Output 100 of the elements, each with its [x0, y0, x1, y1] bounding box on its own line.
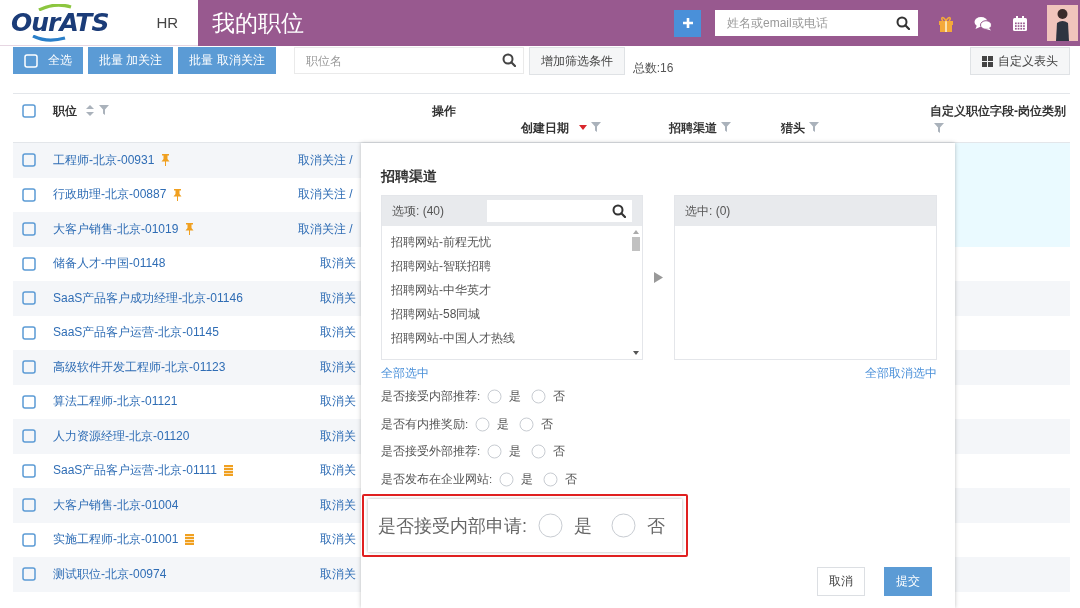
- checkbox[interactable]: [22, 291, 36, 306]
- unfollow-link[interactable]: 取消关: [298, 566, 356, 581]
- radio-label: 否: [553, 444, 566, 460]
- unfollow-link[interactable]: 取消关: [298, 532, 356, 547]
- sort-desc-icon[interactable]: [579, 125, 587, 130]
- bulk-action-button[interactable]: 批量 取消关注: [178, 47, 276, 74]
- radio-button[interactable]: [499, 471, 515, 487]
- stack-icon: [185, 534, 195, 546]
- search-icon: [501, 53, 516, 67]
- radio-button[interactable]: [475, 416, 491, 432]
- bulk-action-button[interactable]: 批量 加关注: [88, 47, 174, 74]
- unfollow-link[interactable]: 取消关: [298, 325, 356, 340]
- checkbox[interactable]: [22, 532, 36, 547]
- move-right-icon[interactable]: [654, 272, 663, 283]
- submit-button[interactable]: 提交: [884, 567, 932, 596]
- scroll-down-icon[interactable]: [633, 351, 639, 355]
- checkbox[interactable]: [22, 187, 36, 202]
- job-title-link[interactable]: 大客户销售-北京-01004: [53, 496, 179, 514]
- radio-label: 否: [553, 389, 566, 405]
- unfollow-link[interactable]: 取消关注 /: [298, 221, 353, 236]
- radio-button[interactable]: [487, 444, 503, 460]
- deselect-all-link[interactable]: 全部取消选中: [865, 366, 937, 380]
- checkbox[interactable]: [22, 104, 36, 118]
- job-title-link[interactable]: SaaS产品客户运营-北京-01111: [53, 462, 218, 480]
- filter-icon[interactable]: [591, 122, 601, 132]
- stack-icon: [224, 465, 234, 477]
- checkbox[interactable]: [22, 222, 36, 237]
- page-title: 我的职位: [212, 8, 304, 38]
- radio-button[interactable]: [611, 513, 636, 538]
- select-all-button[interactable]: 全选: [13, 47, 83, 74]
- list-item[interactable]: 招聘网站-智联招聘: [391, 254, 630, 278]
- swoosh-icon: [31, 34, 67, 42]
- unfollow-link[interactable]: 取消关: [298, 256, 356, 271]
- job-title-link[interactable]: 测试职位-北京-00974: [53, 565, 167, 583]
- filter-icon[interactable]: [934, 123, 944, 133]
- job-title-link[interactable]: 储备人才-中国-01148: [53, 255, 166, 273]
- calendar-icon[interactable]: [1012, 14, 1028, 32]
- radio-label: 否: [565, 471, 578, 487]
- search-icon: [612, 204, 626, 218]
- filter-icon[interactable]: [721, 122, 731, 132]
- job-title-link[interactable]: SaaS产品客户运营-北京-01145: [53, 324, 219, 342]
- search-field[interactable]: [487, 200, 632, 222]
- radio-button[interactable]: [538, 513, 563, 538]
- radio-button[interactable]: [487, 389, 503, 405]
- column-header: 招聘渠道: [669, 120, 717, 137]
- unfollow-link[interactable]: 取消关: [298, 359, 356, 374]
- job-title-link[interactable]: 算法工程师-北京-01121: [53, 393, 178, 411]
- filter-icon[interactable]: [99, 105, 109, 115]
- column-header: 创建日期: [521, 120, 569, 137]
- job-title-link[interactable]: SaaS产品客户成功经理-北京-01146: [53, 289, 243, 307]
- scrollbar-thumb[interactable]: [632, 237, 640, 251]
- checkbox[interactable]: [22, 256, 36, 271]
- select-all-link[interactable]: 全部选中: [381, 366, 429, 380]
- question-label: 是否接受内部申请:: [378, 514, 527, 538]
- scroll-up-icon[interactable]: [633, 230, 639, 234]
- checkbox[interactable]: [22, 567, 36, 582]
- job-title-link[interactable]: 高级软件开发工程师-北京-01123: [53, 358, 226, 376]
- add-filter-button[interactable]: 增加筛选条件: [528, 47, 625, 75]
- radio-button[interactable]: [519, 416, 535, 432]
- checkbox[interactable]: [22, 153, 36, 168]
- radio-button[interactable]: [543, 471, 559, 487]
- cancel-button[interactable]: 取消: [817, 567, 865, 596]
- job-title-link[interactable]: 工程师-北京-00931: [53, 151, 155, 169]
- column-header: 自定义职位字段-岗位类别: [930, 104, 1066, 118]
- list-item[interactable]: 招聘网站-中华英才: [391, 278, 630, 302]
- radio-button[interactable]: [531, 444, 547, 460]
- checkbox[interactable]: [22, 498, 36, 513]
- gift-icon[interactable]: [938, 14, 954, 32]
- chat-icon[interactable]: [974, 15, 992, 31]
- search-field[interactable]: 职位名: [293, 47, 524, 74]
- list-header: 选项: (40): [392, 202, 444, 220]
- checkbox[interactable]: [22, 394, 36, 409]
- job-title-link[interactable]: 实施工程师-北京-01001: [53, 531, 179, 549]
- unfollow-link[interactable]: 取消关: [298, 290, 356, 305]
- list-item[interactable]: 招聘网站-前程无忧: [391, 230, 630, 254]
- list-item[interactable]: 招聘网站-58同城: [391, 302, 630, 326]
- sort-icon[interactable]: [85, 105, 95, 116]
- unfollow-link[interactable]: 取消关: [298, 428, 356, 443]
- add-button[interactable]: [674, 9, 701, 37]
- list-item[interactable]: 招聘网站-中国人才热线: [391, 326, 630, 350]
- filter-icon[interactable]: [809, 122, 819, 132]
- search-field[interactable]: 姓名或email或电话: [715, 10, 918, 36]
- checkbox[interactable]: [22, 463, 36, 478]
- radio-button[interactable]: [531, 389, 547, 405]
- swoosh-icon: [37, 3, 73, 11]
- job-title-link[interactable]: 人力资源经理-北京-01120: [53, 427, 190, 445]
- column-header: 操作: [432, 103, 456, 120]
- unfollow-link[interactable]: 取消关: [298, 497, 356, 512]
- checkbox[interactable]: [22, 360, 36, 375]
- unfollow-link[interactable]: 取消关: [298, 463, 356, 478]
- unfollow-link[interactable]: 取消关注 /: [298, 152, 353, 167]
- checkbox[interactable]: [22, 325, 36, 340]
- unfollow-link[interactable]: 取消关: [298, 394, 356, 409]
- checkbox[interactable]: [22, 429, 36, 444]
- question-label: 是否有内推奖励:: [381, 416, 469, 432]
- unfollow-link[interactable]: 取消关注 /: [298, 187, 353, 202]
- job-title-link[interactable]: 大客户销售-北京-01019: [53, 220, 179, 238]
- custom-columns-button[interactable]: 自定义表头: [970, 47, 1070, 75]
- job-title-link[interactable]: 行政助理-北京-00887: [53, 186, 167, 204]
- question-label: 是否接受内部推荐:: [381, 389, 481, 405]
